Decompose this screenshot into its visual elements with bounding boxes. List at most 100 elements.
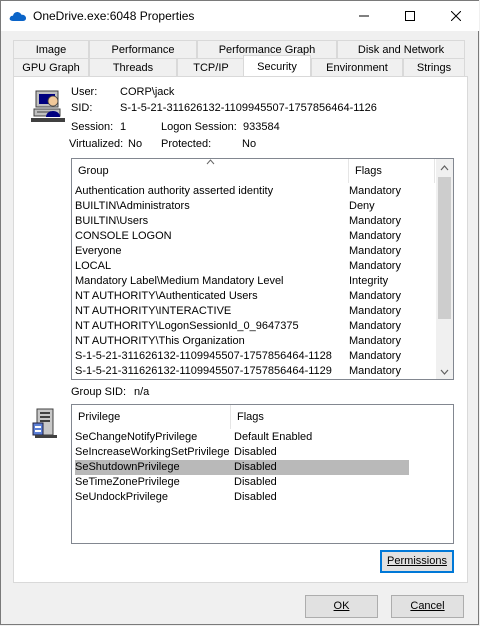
column-header-privilege-flags[interactable]: Flags: [231, 405, 453, 429]
sid-value: S-1-5-21-311626132-1109945507-1757856464…: [120, 102, 377, 114]
onedrive-icon: [9, 12, 27, 21]
group-name-cell: Mandatory Label\Medium Mandatory Level: [75, 275, 284, 287]
scroll-up-icon[interactable]: [440, 165, 449, 171]
user-value: CORP\jack: [120, 86, 175, 98]
group-flags-cell: Mandatory: [349, 335, 401, 347]
user-label: User:: [71, 86, 98, 98]
tab-image[interactable]: Image: [13, 40, 89, 58]
maximize-button[interactable]: [387, 1, 433, 31]
table-row[interactable]: SeShutdownPrivilege Disabled: [75, 460, 409, 475]
group-flags-cell: Mandatory: [349, 260, 401, 272]
privilege-flags-cell: Default Enabled: [234, 431, 313, 443]
virtualized-label: Virtualized:: [69, 138, 124, 150]
sid-label: SID:: [71, 102, 93, 114]
group-name-cell: NT AUTHORITY\LogonSessionId_0_9647375: [75, 320, 299, 332]
cancel-button[interactable]: Cancel: [391, 595, 464, 618]
window-title: OneDrive.exe:6048 Properties: [33, 9, 195, 23]
tab-gpu-graph[interactable]: GPU Graph: [13, 58, 89, 76]
table-row[interactable]: Mandatory Label\Medium Mandatory Level In…: [72, 274, 436, 289]
privilege-flags-cell: Disabled: [234, 491, 277, 503]
table-row[interactable]: SeChangeNotifyPrivilege Default Enabled: [75, 430, 409, 445]
maximize-icon: [405, 11, 415, 21]
privilege-flags-cell: Disabled: [234, 461, 277, 473]
groups-list[interactable]: Group Flags Authentication authority ass…: [71, 158, 454, 380]
close-button[interactable]: [433, 1, 479, 31]
user-computer-icon: [31, 90, 65, 122]
cancel-button-label: Cancel: [410, 600, 445, 612]
session-value: 1: [120, 121, 127, 133]
table-row[interactable]: SeUndockPrivilege Disabled: [75, 490, 409, 505]
scroll-down-icon[interactable]: [440, 369, 449, 375]
minimize-button[interactable]: [341, 1, 387, 31]
table-row[interactable]: S-1-5-21-311626132-1109945507-1757856464…: [72, 349, 436, 364]
table-row[interactable]: BUILTIN\Users Mandatory: [72, 214, 436, 229]
privileges-list-header: Privilege Flags: [72, 405, 453, 429]
tab-row-bottom: GPU Graph Threads TCP/IP Security Enviro…: [13, 55, 468, 76]
title-bar[interactable]: OneDrive.exe:6048 Properties: [1, 1, 479, 31]
table-row[interactable]: SeIncreaseWorkingSetPrivilege Disabled: [75, 445, 409, 460]
group-name-cell: BUILTIN\Administrators: [75, 200, 190, 212]
sort-ascending-icon: [206, 159, 215, 165]
group-name-cell: CONSOLE LOGON: [75, 230, 172, 242]
group-flags-cell: Mandatory: [349, 350, 401, 362]
tab-performance[interactable]: Performance: [89, 40, 197, 58]
session-label: Session:: [71, 121, 114, 133]
permissions-button-label: Permissions: [387, 555, 447, 567]
group-flags-cell: Deny: [349, 200, 375, 212]
table-row[interactable]: Everyone Mandatory: [72, 244, 436, 259]
tab-row-top: Image Performance Performance Graph Disk…: [13, 40, 468, 58]
table-row[interactable]: NT AUTHORITY\Authenticated Users Mandator…: [72, 289, 436, 304]
table-row[interactable]: NT AUTHORITY\This Organization Mandatory: [72, 334, 436, 349]
group-flags-cell: Mandatory: [349, 290, 401, 302]
logon-session-label: Logon Session:: [161, 121, 237, 133]
group-name-cell: NT AUTHORITY\This Organization: [75, 335, 245, 347]
group-sid-value: n/a: [134, 386, 150, 398]
group-name-cell: LOCAL: [75, 260, 112, 272]
group-flags-cell: Mandatory: [349, 320, 401, 332]
tab-environment[interactable]: Environment: [311, 58, 403, 76]
permissions-button[interactable]: Permissions: [380, 550, 454, 573]
group-name-cell: S-1-5-21-311626132-1109945507-1757856464…: [75, 350, 332, 362]
column-header-privilege[interactable]: Privilege: [72, 405, 231, 429]
ok-button-label: OK: [333, 600, 350, 612]
tab-security[interactable]: Security: [243, 55, 311, 76]
group-name-cell: BUILTIN\Users: [75, 215, 149, 227]
table-row[interactable]: LOCAL Mandatory: [72, 259, 436, 274]
properties-window: OneDrive.exe:6048 Properties Image Perfo…: [0, 0, 479, 625]
groups-list-header: Group Flags: [72, 159, 453, 183]
table-row[interactable]: NT AUTHORITY\INTERACTIVE Mandatory: [72, 304, 436, 319]
group-flags-cell: Mandatory: [349, 365, 401, 377]
group-name-cell: Authentication authority asserted identi…: [75, 185, 274, 197]
minimize-icon: [359, 15, 369, 17]
security-tab-panel: User: CORP\jack SID: S-1-5-21-311626132-…: [13, 76, 468, 583]
groups-scrollbar[interactable]: [436, 159, 453, 379]
group-sid-label: Group SID:: [71, 386, 127, 398]
privilege-name-cell: SeChangeNotifyPrivilege: [75, 431, 198, 443]
groups-scroll-thumb[interactable]: [438, 177, 451, 319]
tab-tcpip[interactable]: TCP/IP: [177, 58, 245, 76]
group-flags-cell: Mandatory: [349, 305, 401, 317]
protected-label: Protected:: [161, 138, 212, 150]
table-row[interactable]: SeTimeZonePrivilege Disabled: [75, 475, 409, 490]
tab-disk-and-network[interactable]: Disk and Network: [337, 40, 465, 58]
table-row[interactable]: NT AUTHORITY\LogonSessionId_0_9647375 Man…: [72, 319, 436, 334]
group-flags-cell: Integrity: [349, 275, 389, 287]
group-name-cell: S-1-5-21-311626132-1109945507-1757856464…: [75, 365, 332, 377]
privilege-server-icon: [32, 408, 57, 438]
privilege-name-cell: SeUndockPrivilege: [75, 491, 168, 503]
ok-button[interactable]: OK: [305, 595, 378, 618]
privilege-name-cell: SeShutdownPrivilege: [75, 461, 180, 473]
tab-threads[interactable]: Threads: [89, 58, 177, 76]
table-row[interactable]: Authentication authority asserted identi…: [72, 184, 436, 199]
group-name-cell: Everyone: [75, 245, 122, 257]
table-row[interactable]: BUILTIN\Administrators Deny: [72, 199, 436, 214]
tab-strings[interactable]: Strings: [403, 58, 465, 76]
privilege-flags-cell: Disabled: [234, 446, 277, 458]
group-flags-cell: Mandatory: [349, 215, 401, 227]
table-row[interactable]: S-1-5-21-311626132-1109945507-1757856464…: [72, 364, 436, 379]
privileges-list[interactable]: Privilege Flags SeChangeNotifyPrivilege D…: [71, 404, 454, 544]
column-header-flags[interactable]: Flags: [349, 159, 435, 183]
privilege-name-cell: SeTimeZonePrivilege: [75, 476, 180, 488]
table-row[interactable]: CONSOLE LOGON Mandatory: [72, 229, 436, 244]
privilege-name-cell: SeIncreaseWorkingSetPrivilege: [75, 446, 230, 458]
